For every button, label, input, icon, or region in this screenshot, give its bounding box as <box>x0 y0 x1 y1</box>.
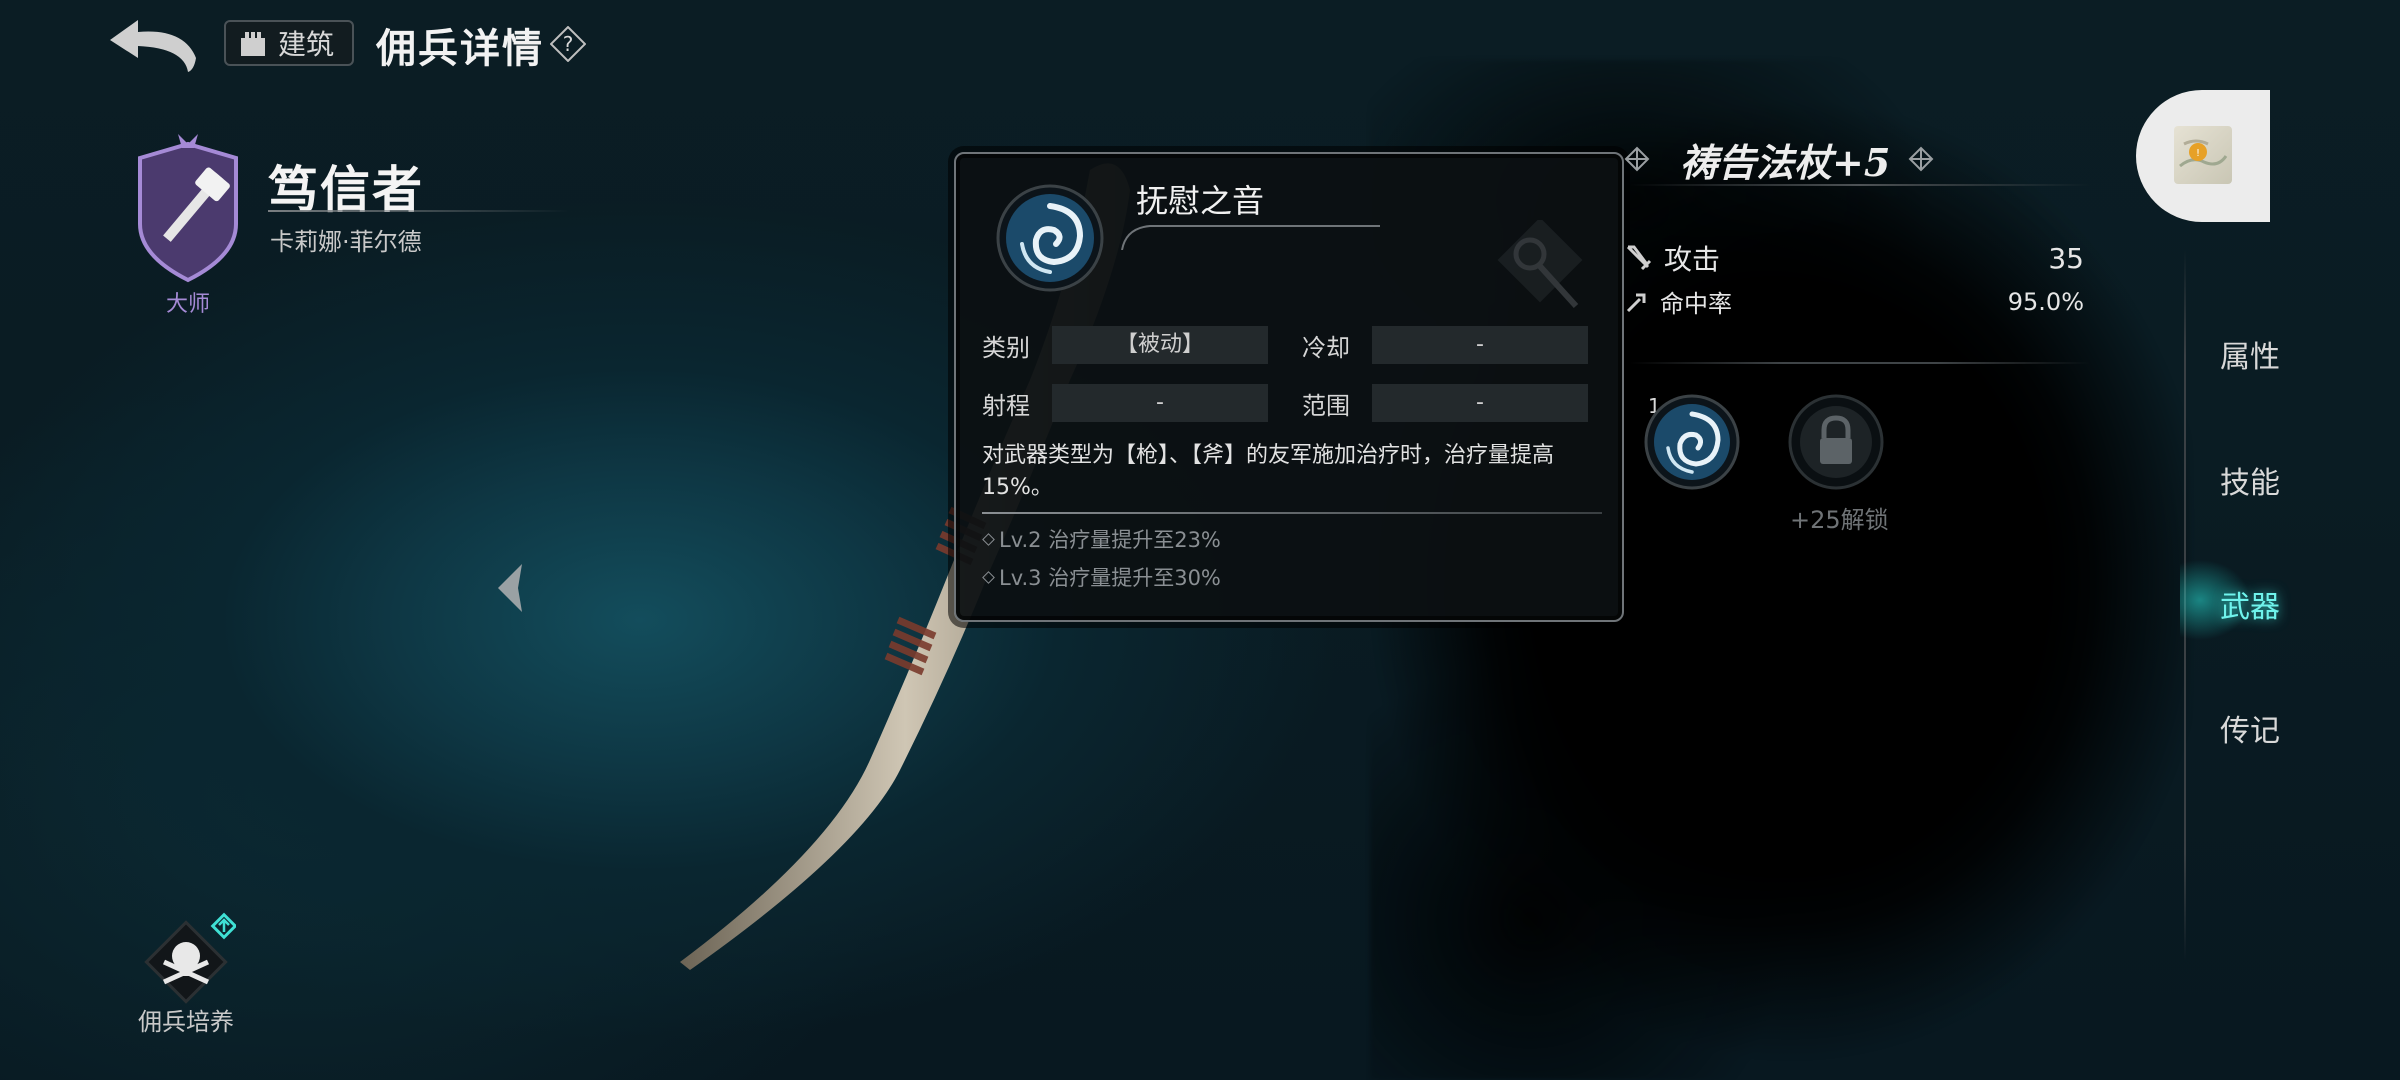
tab-attributes[interactable]: 属性 <box>2190 332 2310 376</box>
tab-skills[interactable]: 技能 <box>2190 458 2310 502</box>
tab-biography[interactable]: 传记 <box>2190 706 2310 750</box>
area-label: 范围 <box>1302 392 1350 420</box>
help-button[interactable]: ? <box>550 26 586 62</box>
previous-hero-arrow-icon[interactable] <box>490 560 530 616</box>
weapon-name-divider <box>1630 184 2090 186</box>
avatar: ! <box>2174 126 2232 184</box>
building-button[interactable]: 建筑 <box>224 20 354 66</box>
skill-description: 对武器类型为【枪】、【斧】的友军施加治疗时，治疗量提高15%。 <box>982 443 1555 500</box>
help-label: ? <box>563 32 574 56</box>
page-title: 佣兵详情 <box>376 26 544 72</box>
locked-skill-slot[interactable] <box>1788 394 1884 490</box>
svg-text:!: ! <box>2196 148 2200 159</box>
category-value: 【被动】 <box>1052 326 1268 364</box>
key-icon <box>1497 220 1583 309</box>
map-avatar-icon: ! <box>2179 139 2228 168</box>
level-2-bonus: Lv.2 治疗量提升至23% <box>982 524 1221 554</box>
category-label: 类别 <box>982 334 1030 362</box>
hero-subtitle: 卡莉娜·菲尔德 <box>270 228 422 256</box>
weapon-name: 祷告法杖+5 <box>1680 140 1891 185</box>
ornament-right-icon <box>1908 146 1934 172</box>
training-label: 佣兵培养 <box>138 1008 234 1036</box>
tab-weapon[interactable]: 武器 <box>2190 582 2310 626</box>
weapon-stats-divider <box>1630 362 2090 364</box>
soothing-sound-skill-icon <box>996 184 1104 292</box>
hero-name-divider <box>268 210 568 212</box>
castle-icon <box>241 32 265 56</box>
building-label: 建筑 <box>278 28 335 61</box>
skill-title: 抚慰之音 <box>1136 182 1265 220</box>
sword-icon <box>1626 245 1652 271</box>
cooldown-value: - <box>1372 326 1588 364</box>
popup-divider <box>982 512 1602 514</box>
accuracy-icon <box>1626 293 1646 312</box>
diamond-bullet-icon <box>982 532 995 546</box>
skill-slot-soothing-sound[interactable] <box>1644 394 1740 490</box>
cooldown-label: 冷却 <box>1302 334 1350 362</box>
unlock-requirement: +25解锁 <box>1790 506 1889 534</box>
accuracy-stat-row: 命中率 95.0% <box>1624 284 2084 319</box>
rank-label: 大师 <box>165 292 210 317</box>
level-3-bonus: Lv.3 治疗量提升至30% <box>982 562 1221 592</box>
rank-shield-icon <box>138 134 238 283</box>
range-label: 射程 <box>982 392 1030 420</box>
ornament-left-icon <box>1624 146 1650 172</box>
back-button[interactable] <box>104 14 200 74</box>
diamond-bullet-icon <box>982 570 995 584</box>
range-value: - <box>1052 384 1268 422</box>
attack-stat-row: 攻击 35 <box>1624 238 2084 278</box>
area-value: - <box>1372 384 1588 422</box>
skill-title-underline <box>1121 225 1380 250</box>
mercenary-training-button[interactable] <box>136 912 236 1012</box>
